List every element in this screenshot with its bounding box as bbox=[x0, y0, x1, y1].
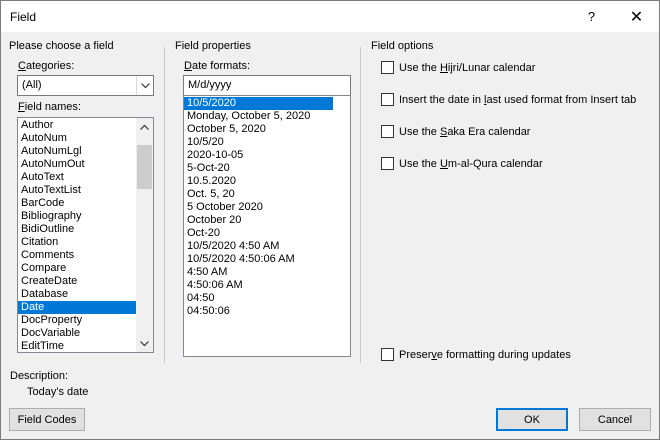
date-format-item[interactable]: 04:50:06 bbox=[184, 305, 333, 318]
date-format-item[interactable]: 2020-10-05 bbox=[184, 149, 333, 162]
field-option-checkbox[interactable]: Use the Saka Era calendar bbox=[381, 125, 530, 138]
categories-combobox[interactable]: (All) bbox=[17, 75, 154, 96]
field-name-item[interactable]: EditTime bbox=[18, 340, 136, 352]
date-format-item[interactable]: 10/5/20 bbox=[184, 136, 333, 149]
field-name-item[interactable]: Author bbox=[18, 119, 136, 132]
field-name-item[interactable]: AutoNum bbox=[18, 132, 136, 145]
field-option-label: Use the Hijri/Lunar calendar bbox=[399, 61, 536, 74]
date-format-item[interactable]: 4:50:06 AM bbox=[184, 279, 333, 292]
field-option-checkbox[interactable]: Use the Um-al-Qura calendar bbox=[381, 157, 543, 170]
date-format-item[interactable]: 10.5.2020 bbox=[184, 175, 333, 188]
close-icon[interactable]: ✕ bbox=[614, 1, 659, 32]
ok-button[interactable]: OK bbox=[496, 408, 568, 431]
date-format-item[interactable]: 5-Oct-20 bbox=[184, 162, 333, 175]
checkbox-box[interactable] bbox=[381, 157, 394, 170]
field-name-item[interactable]: AutoNumLgl bbox=[18, 145, 136, 158]
field-name-item[interactable]: Comments bbox=[18, 249, 136, 262]
checkbox-box[interactable] bbox=[381, 125, 394, 138]
field-codes-button[interactable]: Field Codes bbox=[9, 408, 85, 431]
date-format-item[interactable]: Monday, October 5, 2020 bbox=[184, 110, 333, 123]
help-icon[interactable]: ? bbox=[569, 1, 614, 32]
date-format-item[interactable]: 04:50 bbox=[184, 292, 333, 305]
field-name-item[interactable]: DocVariable bbox=[18, 327, 136, 340]
title-bar: Field ? ✕ bbox=[1, 1, 659, 32]
field-option-label: Insert the date in last used format from… bbox=[399, 93, 637, 106]
date-format-item[interactable]: October 20 bbox=[184, 214, 333, 227]
left-group-divider bbox=[164, 47, 165, 363]
field-option-label: Use the Um-al-Qura calendar bbox=[399, 157, 543, 170]
description-text: Today's date bbox=[27, 386, 89, 398]
date-formats-list[interactable]: 10/5/2020 Monday, October 5, 2020 October … bbox=[183, 95, 351, 357]
field-option-checkbox[interactable]: Use the Hijri/Lunar calendar bbox=[381, 61, 535, 74]
categories-value: (All) bbox=[22, 79, 42, 91]
date-format-item[interactable]: 4:50 AM bbox=[184, 266, 333, 279]
date-formats-items: 10/5/2020 Monday, October 5, 2020 October … bbox=[184, 97, 333, 318]
field-name-item[interactable]: Database bbox=[18, 288, 136, 301]
middle-group-divider bbox=[360, 47, 361, 363]
field-dialog: Field ? ✕ Please choose a field Categori… bbox=[0, 0, 660, 440]
scroll-up-icon[interactable] bbox=[136, 118, 153, 135]
field-options-group-label: Field options bbox=[371, 40, 437, 52]
preserve-formatting-label: Preserve formatting during updates bbox=[399, 348, 571, 361]
field-name-item[interactable]: BidiOutline bbox=[18, 223, 136, 236]
field-names-scrollbar[interactable] bbox=[136, 118, 153, 352]
scroll-down-icon[interactable] bbox=[136, 335, 153, 352]
field-name-item[interactable]: AutoTextList bbox=[18, 184, 136, 197]
date-formats-label: Date formats: bbox=[184, 60, 251, 72]
choose-field-group-label: Please choose a field bbox=[9, 40, 117, 52]
field-name-item[interactable]: AutoNumOut bbox=[18, 158, 136, 171]
description-label: Description: bbox=[10, 370, 69, 382]
window-title: Field bbox=[10, 10, 37, 24]
field-name-item[interactable]: AutoText bbox=[18, 171, 136, 184]
scroll-thumb[interactable] bbox=[137, 145, 152, 189]
field-name-item[interactable]: CreateDate bbox=[18, 275, 136, 288]
field-option-checkbox[interactable]: Insert the date in last used format from… bbox=[381, 93, 636, 106]
date-format-item[interactable]: Oct-20 bbox=[184, 227, 333, 240]
field-properties-group-label: Field properties bbox=[175, 40, 254, 52]
date-format-item[interactable]: 10/5/2020 bbox=[184, 97, 333, 110]
cancel-button[interactable]: Cancel bbox=[579, 408, 651, 431]
date-format-item[interactable]: 5 October 2020 bbox=[184, 201, 333, 214]
field-name-item[interactable]: BarCode bbox=[18, 197, 136, 210]
checkbox-box[interactable] bbox=[381, 93, 394, 106]
field-option-label: Use the Saka Era calendar bbox=[399, 125, 531, 138]
field-names-list[interactable]: Author AutoNum AutoNumLgl AutoNumOut AutoTex… bbox=[17, 117, 154, 353]
field-names-items: Author AutoNum AutoNumLgl AutoNumOut AutoTex… bbox=[18, 119, 136, 352]
checkbox-box[interactable] bbox=[381, 348, 394, 361]
field-name-item[interactable]: Compare bbox=[18, 262, 136, 275]
field-names-label: Field names: bbox=[18, 101, 81, 113]
checkbox-box[interactable] bbox=[381, 61, 394, 74]
date-format-item[interactable]: Oct. 5, 20 bbox=[184, 188, 333, 201]
field-name-item[interactable]: Bibliography bbox=[18, 210, 136, 223]
chevron-down-icon[interactable] bbox=[136, 76, 153, 95]
categories-label: Categories: bbox=[18, 60, 75, 72]
field-name-item[interactable]: Date bbox=[18, 301, 136, 314]
date-format-item[interactable]: 10/5/2020 4:50:06 AM bbox=[184, 253, 333, 266]
preserve-formatting-checkbox[interactable]: Preserve formatting during updates bbox=[381, 348, 571, 361]
field-name-item[interactable]: DocProperty bbox=[18, 314, 136, 327]
field-name-item[interactable]: Citation bbox=[18, 236, 136, 249]
date-format-item[interactable]: October 5, 2020 bbox=[184, 123, 333, 136]
date-format-input[interactable]: M/d/yyyy bbox=[183, 75, 351, 96]
date-format-item[interactable]: 10/5/2020 4:50 AM bbox=[184, 240, 333, 253]
